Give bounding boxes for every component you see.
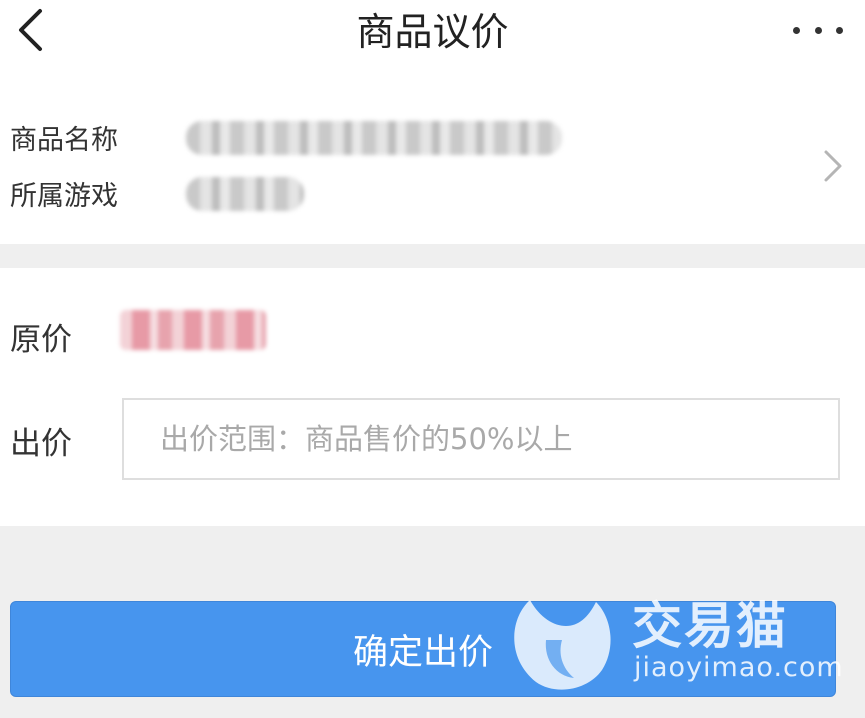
bid-input[interactable] [122,398,840,480]
game-row: 所属游戏 [10,174,304,213]
more-horizontal-icon [814,26,822,34]
game-value-redacted [186,176,304,211]
header-bar: 商品议价 [0,0,865,68]
product-info-card[interactable]: 商品名称 所属游戏 [0,68,865,244]
watermark-brand: 交易猫 [632,597,788,655]
chevron-right-icon[interactable] [821,148,845,184]
product-name-row: 商品名称 [10,118,562,157]
bid-label: 出价 [10,426,72,462]
more-horizontal-icon [836,26,843,34]
product-name-label: 商品名称 [10,125,118,156]
watermark-url: jiaoyimao.com [634,652,844,683]
original-price-label: 原价 [10,322,72,358]
price-card: 原价 出价 [0,268,865,526]
page-title: 商品议价 [356,10,509,54]
bargain-page: 商品议价 商品名称 所属游戏 原价 出价 确定出价 交易猫 ji [0,0,865,718]
watermark-logo-icon [514,600,611,690]
product-name-value-redacted [186,120,562,155]
original-price-value-redacted [120,310,266,350]
game-label: 所属游戏 [10,181,118,212]
more-button[interactable] [793,18,843,42]
watermark: 交易猫 jiaoyimao.com [500,578,843,708]
more-horizontal-icon [793,26,800,34]
